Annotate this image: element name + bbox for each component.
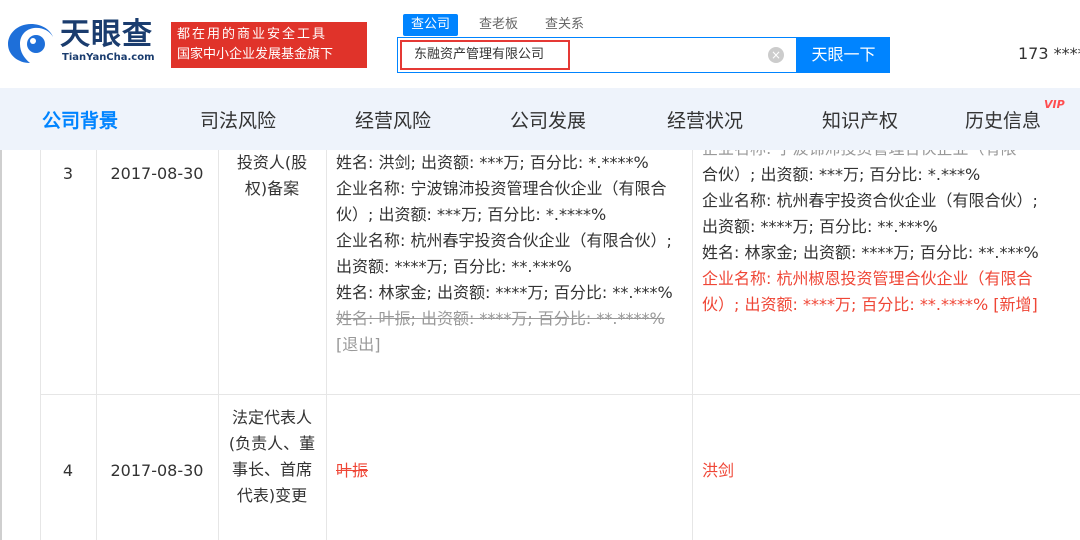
slogan-line2: 国家中小企业发展基金旗下 xyxy=(177,47,334,62)
row-change-item: 法定代表人(负责人、董事长、首席代表)变更 xyxy=(228,408,316,505)
scroll-edge xyxy=(0,150,2,540)
before-line-removed: 姓名: 叶振; 出资额: ****万; 百分比: **.****% xyxy=(336,309,665,328)
clear-icon[interactable]: × xyxy=(768,47,784,63)
search-box[interactable]: 东融资产管理有限公司 × xyxy=(397,37,797,73)
row-before: 姓名: 洪剑; 出资额: ***万; 百分比: *.****% 企业名称: 宁波… xyxy=(336,150,686,358)
row-index: 4 xyxy=(62,461,74,480)
tab-company[interactable]: 查公司 xyxy=(403,14,459,36)
eye-logo-icon xyxy=(8,24,53,63)
row-date: 2017-08-30 xyxy=(110,164,204,183)
top-header: 天眼查 TianYanCha.com 都在用的商业安全工具 国家中小企业发展基金… xyxy=(0,0,1080,88)
tab-boss[interactable]: 查老板 xyxy=(479,14,518,36)
nav-history-info[interactable]: 历史信息 VIP xyxy=(965,98,1065,133)
nav-business-status[interactable]: 经营状况 xyxy=(667,106,743,133)
row-date: 2017-08-30 xyxy=(110,461,204,480)
slogan-line1: 都在用的商业安全工具 xyxy=(177,27,328,42)
nav-company-background[interactable]: 公司背景 xyxy=(42,106,118,133)
nav-intellectual-property[interactable]: 知识产权 xyxy=(822,106,898,133)
row-after-value: 洪剑 xyxy=(702,461,735,480)
search-button[interactable]: 天眼一下 xyxy=(797,37,890,73)
after-line: 姓名: 林家金; 出资额: ****万; 百分比: **.***% xyxy=(702,243,1039,262)
brand-name: 天眼查 xyxy=(60,17,153,52)
row-change-item: 投资人(股权)备案 xyxy=(236,153,308,198)
change-records-table: 3 2017-08-30 投资人(股权)备案 姓名: 洪剑; 出资额: ***万… xyxy=(0,150,1080,540)
row-index: 3 xyxy=(62,164,74,183)
row-before: 叶振 xyxy=(336,458,368,484)
section-nav: 公司背景 司法风险 经营风险 公司发展 经营状况 知识产权 历史信息 VIP xyxy=(0,88,1080,150)
before-line: 姓名: 洪剑; 出资额: ***万; 百分比: *.****% xyxy=(336,153,649,172)
brand-domain: TianYanCha.com xyxy=(62,52,155,63)
row-after: 企业名称: 宁波锦沛投资管理合伙企业（有限 合伙）; 出资额: ***万; 百分… xyxy=(702,150,1054,318)
nav-operating-risk[interactable]: 经营风险 xyxy=(355,106,431,133)
before-value-removed: 叶振 xyxy=(336,461,369,480)
search-input[interactable]: 东融资产管理有限公司 xyxy=(400,40,570,70)
user-account[interactable]: 173 **** xyxy=(1018,44,1080,63)
tab-relation[interactable]: 查关系 xyxy=(545,14,584,36)
after-line: 合伙）; 出资额: ***万; 百分比: *.***% xyxy=(702,165,981,184)
logo[interactable]: 天眼查 TianYanCha.com xyxy=(6,18,161,70)
nav-judicial-risk[interactable]: 司法风险 xyxy=(200,106,276,133)
after-line-added: 企业名称: 杭州椒恩投资管理合伙企业（有限合伙）; 出资额: ****万; 百分… xyxy=(702,269,1038,314)
after-line: 企业名称: 杭州春宇投资合伙企业（有限合伙）; 出资额: ****万; 百分比:… xyxy=(702,191,1038,236)
vip-badge: VIP xyxy=(1044,98,1065,111)
nav-company-development[interactable]: 公司发展 xyxy=(510,106,586,133)
nav-history-label: 历史信息 xyxy=(965,110,1042,132)
slogan-banner: 都在用的商业安全工具 国家中小企业发展基金旗下 xyxy=(171,22,367,68)
before-line: 姓名: 林家金; 出资额: ****万; 百分比: **.***% xyxy=(336,283,673,302)
exit-tag: [退出] xyxy=(336,335,381,354)
before-line: 企业名称: 杭州春宇投资合伙企业（有限合伙）; 出资额: ****万; 百分比:… xyxy=(336,231,672,276)
before-line: 企业名称: 宁波锦沛投资管理合伙企业（有限合伙）; 出资额: ***万; 百分比… xyxy=(336,179,667,224)
after-line-cut: 企业名称: 宁波锦沛投资管理合伙企业（有限 xyxy=(702,150,1054,162)
